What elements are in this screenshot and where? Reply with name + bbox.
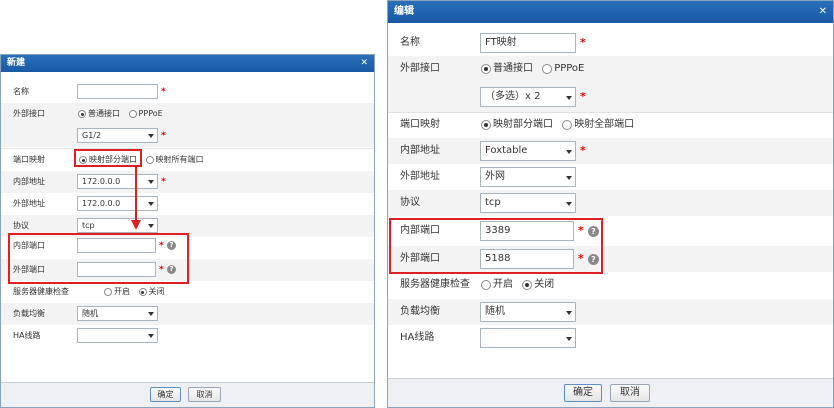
radio-normal-interface[interactable] <box>481 64 491 74</box>
port-map-label: 端口映射 <box>13 155 45 164</box>
required-mark: * <box>580 90 586 103</box>
interface-radio-group: 普通接口 PPPoE <box>78 103 169 126</box>
radio-health-on[interactable] <box>481 280 491 290</box>
health-check-label: 服务器健康检查 <box>400 279 470 290</box>
radio-health-on[interactable] <box>104 288 112 296</box>
interface-select-row: （多选）x 2 * <box>388 82 833 112</box>
outer-address-select[interactable]: 172.0.0.0 <box>77 196 158 211</box>
interface-label: 外部接口 <box>400 63 440 74</box>
outer-address-row: 外部地址 外网 <box>388 164 833 190</box>
required-mark: * <box>161 131 166 141</box>
ha-line-label: HA线路 <box>13 331 41 340</box>
load-balance-row: 负载均衡 随机 <box>1 303 374 325</box>
dialog-titlebar: 编辑 ✕ <box>388 1 833 23</box>
inner-address-row: 内部地址 Foxtable * <box>388 138 833 164</box>
radio-map-all[interactable] <box>145 156 154 164</box>
ha-line-select[interactable] <box>77 328 158 343</box>
interface-select[interactable]: G1/2 <box>77 128 158 143</box>
required-mark: * <box>161 177 166 187</box>
radio-normal-interface[interactable] <box>78 110 86 118</box>
port-map-radio-group: 映射部分端口 映射全部端口 <box>481 112 640 139</box>
outer-address-select[interactable]: 外网 <box>480 167 576 187</box>
load-balance-select[interactable]: 随机 <box>77 306 158 321</box>
edit-mapping-dialog: 编辑 ✕ 名称 FT映射 * 外部接口 普通接口 PPPoE （多选）x 2 *… <box>387 0 834 408</box>
radio-map-partial[interactable] <box>481 120 491 130</box>
load-balance-label: 负载均衡 <box>400 306 440 317</box>
dialog-title: 新建 <box>7 58 26 68</box>
load-balance-label: 负载均衡 <box>13 309 45 318</box>
outer-address-label: 外部地址 <box>400 171 440 182</box>
name-label: 名称 <box>400 37 420 48</box>
highlight-partial-map <box>74 149 142 167</box>
ok-button[interactable]: 确定 <box>150 387 181 402</box>
protocol-row: 协议 tcp <box>388 190 833 216</box>
interface-row: 外部接口 普通接口 PPPoE <box>1 103 374 125</box>
ha-line-select[interactable] <box>480 328 576 348</box>
outer-address-row: 外部地址 172.0.0.0 <box>1 193 374 215</box>
close-icon[interactable]: ✕ <box>360 55 368 72</box>
radio-pppoe[interactable] <box>542 64 553 74</box>
required-mark: * <box>580 144 586 157</box>
protocol-select[interactable]: tcp <box>480 193 576 213</box>
new-mapping-dialog: 新建 ✕ 名称 * 外部接口 普通接口 PPPoE G1/2 * 端口映射 映射… <box>0 54 375 408</box>
inner-address-label: 内部地址 <box>13 177 45 186</box>
health-check-radio-group: 开启 关闭 <box>104 281 171 304</box>
health-check-label: 服务器健康检查 <box>13 287 69 296</box>
ha-line-row: HA线路 <box>1 325 374 347</box>
ok-button[interactable]: 确定 <box>564 384 602 402</box>
interface-label: 外部接口 <box>13 109 45 118</box>
required-mark: * <box>580 36 586 49</box>
radio-health-off[interactable] <box>138 288 147 296</box>
load-balance-select[interactable]: 随机 <box>480 302 576 322</box>
required-mark: * <box>161 87 166 97</box>
radio-map-all[interactable] <box>562 120 573 130</box>
port-map-label: 端口映射 <box>400 119 440 130</box>
interface-select[interactable]: （多选）x 2 <box>480 87 576 107</box>
inner-address-label: 内部地址 <box>400 145 440 156</box>
name-row: 名称 * <box>1 81 374 103</box>
interface-row: 外部接口 普通接口 PPPoE <box>388 56 833 82</box>
load-balance-row: 负载均衡 随机 <box>388 299 833 325</box>
dialog-titlebar: 新建 ✕ <box>1 55 374 72</box>
interface-radio-group: 普通接口 PPPoE <box>481 56 590 83</box>
dialog-footer: 确定 取消 <box>388 378 833 407</box>
health-check-row: 服务器健康检查 开启 关闭 <box>388 272 833 298</box>
inner-address-select[interactable]: Foxtable <box>480 141 576 161</box>
name-input[interactable]: FT映射 <box>480 33 576 53</box>
inner-address-select[interactable]: 172.0.0.0 <box>77 174 158 189</box>
dialog-footer: 确定 取消 <box>1 382 374 407</box>
highlight-port-fields <box>8 233 189 284</box>
radio-health-off[interactable] <box>522 280 533 290</box>
cancel-button[interactable]: 取消 <box>610 384 650 402</box>
inner-address-row: 内部地址 172.0.0.0 * <box>1 171 374 193</box>
health-check-radio-group: 开启 关闭 <box>481 272 560 299</box>
health-check-row: 服务器健康检查 开启 关闭 <box>1 281 374 303</box>
dialog-title: 编辑 <box>394 6 414 17</box>
protocol-select[interactable]: tcp <box>77 218 158 233</box>
name-row: 名称 FT映射 * <box>388 30 833 56</box>
ha-line-row: HA线路 <box>388 325 833 351</box>
outer-address-label: 外部地址 <box>13 199 45 208</box>
port-map-row: 端口映射 映射部分端口 映射所有端口 <box>1 149 374 171</box>
close-icon[interactable]: ✕ <box>819 1 827 23</box>
protocol-label: 协议 <box>400 197 420 208</box>
ha-line-label: HA线路 <box>400 332 435 343</box>
name-input[interactable] <box>77 84 158 99</box>
cancel-button[interactable]: 取消 <box>188 387 221 402</box>
interface-select-row: G1/2 * <box>1 125 374 147</box>
name-label: 名称 <box>13 87 29 96</box>
highlight-port-fields <box>389 218 603 274</box>
radio-pppoe[interactable] <box>128 110 137 118</box>
port-map-row: 端口映射 映射部分端口 映射全部端口 <box>388 112 833 138</box>
